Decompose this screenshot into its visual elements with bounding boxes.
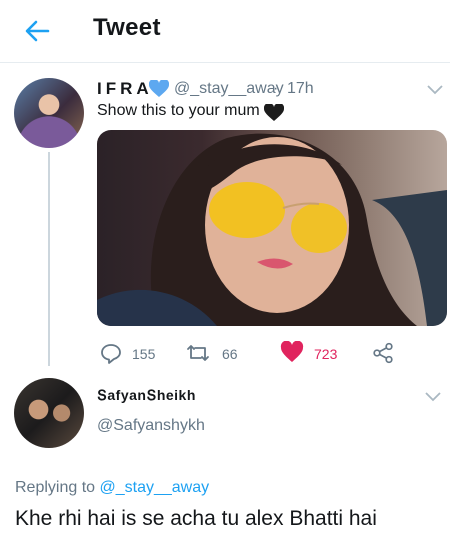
user-handle[interactable]: @_stay__away xyxy=(174,80,284,98)
thread-line xyxy=(48,152,50,366)
back-arrow-icon[interactable] xyxy=(22,16,52,46)
avatar[interactable] xyxy=(14,78,84,148)
reply-user-handle[interactable]: @Safyanshykh xyxy=(97,417,205,435)
share-icon[interactable] xyxy=(372,342,394,364)
blue-heart-icon xyxy=(149,80,169,97)
tweet-text: Show this to your mum xyxy=(97,102,260,119)
replying-to-row: Replying to @_stay__away xyxy=(15,479,209,497)
tweet-image[interactable] xyxy=(97,130,447,326)
reply-icon[interactable] xyxy=(100,342,122,364)
chevron-down-icon[interactable] xyxy=(426,84,444,96)
user-name[interactable]: IFRA xyxy=(97,79,153,99)
chevron-down-icon[interactable] xyxy=(424,391,442,403)
top-bar xyxy=(0,0,450,63)
timestamp[interactable]: 17h xyxy=(287,80,314,98)
page-title: Tweet xyxy=(93,14,161,41)
reply-count: 155 xyxy=(132,346,156,362)
retweet-icon[interactable] xyxy=(186,342,210,364)
black-heart-icon xyxy=(264,104,284,121)
photo-illustration xyxy=(97,133,447,326)
retweet-count: 66 xyxy=(222,346,238,362)
replying-label: Replying to xyxy=(15,479,96,496)
replying-to-link[interactable]: @_stay__away xyxy=(100,479,210,496)
like-count: 723 xyxy=(314,346,338,362)
reply-user-name[interactable]: ՏafyanՏheikh xyxy=(97,387,196,404)
reply-text: Khe rhi hai is se acha tu alex Bhatti ha… xyxy=(15,507,377,530)
separator-dot: · xyxy=(273,80,279,97)
avatar[interactable] xyxy=(14,378,84,448)
heart-icon[interactable] xyxy=(280,341,304,363)
